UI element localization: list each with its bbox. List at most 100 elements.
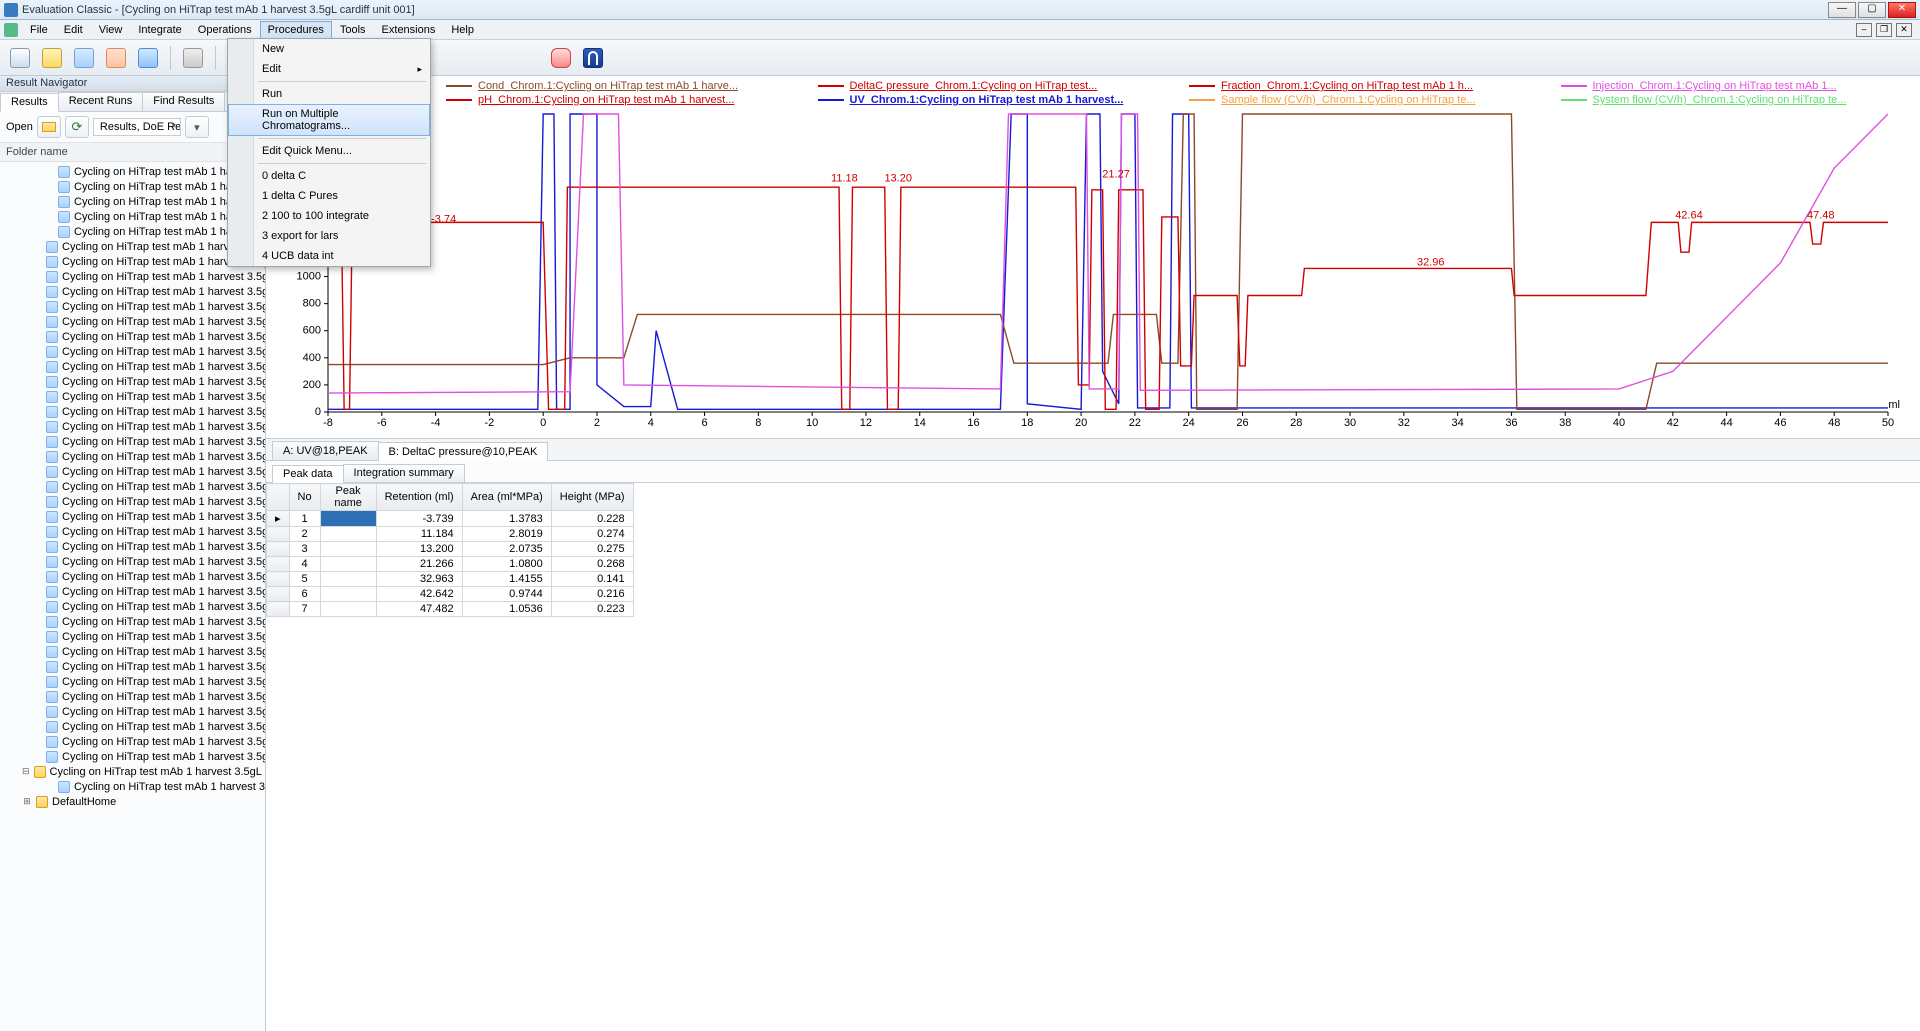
tree-result-item[interactable]: Cycling on HiTrap test mAb 1 harvest 3.5… [4, 314, 265, 329]
tree-result-item[interactable]: Cycling on HiTrap test mAb 1 harvest 3.5… [4, 194, 265, 209]
tree-result-item[interactable]: Cycling on HiTrap test mAb 1 harvest 3.5… [4, 569, 265, 584]
menu-item-run[interactable]: Run [228, 84, 430, 104]
open-folder-button[interactable] [37, 116, 61, 138]
tree-result-item[interactable]: Cycling on HiTrap test mAb 1 harvest 3.5… [4, 479, 265, 494]
tree-result-item[interactable]: Cycling on HiTrap test mAb 1 harvest 3.5… [4, 164, 265, 179]
tree-result-item[interactable]: Cycling on HiTrap test mAb 1 harvest 3.5… [4, 584, 265, 599]
tree-result-item[interactable]: Cycling on HiTrap test mAb 1 harvest 3.5… [4, 659, 265, 674]
menu-edit[interactable]: Edit [56, 21, 91, 39]
tb-print-icon[interactable] [179, 44, 207, 72]
menu-file[interactable]: File [22, 21, 56, 39]
tree-result-item[interactable]: Cycling on HiTrap test mAb 1 harvest 3.5… [4, 554, 265, 569]
menu-item-1-delta-c-pures[interactable]: 1 delta C Pures [228, 186, 430, 206]
tree-result-item[interactable]: Cycling on HiTrap test mAb 1 harvest 3.5… [4, 494, 265, 509]
menu-operations[interactable]: Operations [190, 21, 260, 39]
tree-result-item[interactable]: Cycling on HiTrap test mAb 1 harvest 3.5… [4, 404, 265, 419]
tb-chart-icon[interactable] [70, 44, 98, 72]
row-handle[interactable] [267, 602, 290, 617]
tb-thermometer-icon[interactable] [547, 44, 575, 72]
results-type-dropdown[interactable]: Results, DoE Results [93, 118, 181, 136]
tree-result-item[interactable]: Cycling on HiTrap test mAb 1 harvest 3.5… [4, 689, 265, 704]
legend-label[interactable]: Cond_Chrom.1:Cycling on HiTrap test mAb … [478, 80, 738, 92]
legend-label[interactable]: DeltaC pressure_Chrom.1:Cycling on HiTra… [850, 80, 1098, 92]
legend-entry[interactable]: Sample flow (CV/h)_Chrom.1:Cycling on Hi… [1189, 94, 1537, 106]
refresh-button[interactable]: ⟳ [65, 116, 89, 138]
tree-result-item[interactable]: Cycling on HiTrap test mAb 1 harvest 3.5… [4, 269, 265, 284]
tb-peak-icon[interactable] [579, 44, 607, 72]
peak-col-header[interactable]: Retention (ml) [376, 484, 462, 511]
peak-cell-name[interactable] [320, 542, 376, 557]
tree-result-item[interactable]: Cycling on HiTrap test mAb 1 harvest 3.5… [4, 434, 265, 449]
peak-row[interactable]: 532.9631.41550.141 [267, 572, 634, 587]
tree-result-item[interactable]: Cycling on HiTrap test mAb 1 harvest 3.5… [4, 779, 265, 794]
tree-result-item[interactable]: Cycling on HiTrap test mAb 1 harvest 3.5… [4, 179, 265, 194]
tb-chart-alt-icon[interactable] [102, 44, 130, 72]
menu-item-4-ucb-data-int[interactable]: 4 UCB data int [228, 246, 430, 266]
peak-row[interactable]: 421.2661.08000.268 [267, 557, 634, 572]
tree-result-item[interactable]: Cycling on HiTrap test mAb 1 harvest 3.5… [4, 539, 265, 554]
tree-result-item[interactable]: Cycling on HiTrap test mAb 1 harvest 3.5… [4, 614, 265, 629]
menu-integrate[interactable]: Integrate [130, 21, 189, 39]
legend-entry[interactable]: DeltaC pressure_Chrom.1:Cycling on HiTra… [818, 80, 1166, 92]
peak-row[interactable]: 642.6420.97440.216 [267, 587, 634, 602]
row-handle[interactable] [267, 542, 290, 557]
menu-tools[interactable]: Tools [332, 21, 374, 39]
tb-save-icon[interactable] [134, 44, 162, 72]
menu-procedures[interactable]: Procedures [260, 21, 332, 39]
peak-col-header[interactable]: Peak name [320, 484, 376, 511]
window-close-button[interactable]: ✕ [1888, 2, 1916, 18]
legend-entry[interactable]: pH_Chrom.1:Cycling on HiTrap test mAb 1 … [446, 94, 794, 106]
legend-label[interactable]: pH_Chrom.1:Cycling on HiTrap test mAb 1 … [478, 94, 734, 106]
peak-subtab-peak-data[interactable]: Peak data [272, 465, 344, 483]
legend-label[interactable]: Sample flow (CV/h)_Chrom.1:Cycling on Hi… [1221, 94, 1476, 106]
menu-item-2-100-to-100-integrate[interactable]: 2 100 to 100 integrate [228, 206, 430, 226]
tree-result-item[interactable]: Cycling on HiTrap test mAb 1 harvest 3.5… [4, 359, 265, 374]
tree-result-item[interactable]: Cycling on HiTrap test mAb 1 harvest 3.5… [4, 464, 265, 479]
tree-result-item[interactable]: Cycling on HiTrap test mAb 1 harvest 3.5… [4, 329, 265, 344]
tree-folder[interactable]: ⊟Cycling on HiTrap test mAb 1 harvest 3.… [4, 764, 265, 779]
tree-result-item[interactable]: Cycling on HiTrap test mAb 1 harvest 3.5… [4, 509, 265, 524]
peak-cell-name[interactable] [320, 527, 376, 542]
tree-result-item[interactable]: Cycling on HiTrap test mAb 1 harvest 3.5… [4, 224, 265, 239]
legend-label[interactable]: UV_Chrom.1:Cycling on HiTrap test mAb 1 … [850, 94, 1124, 106]
peak-cell-name[interactable] [320, 557, 376, 572]
tree-result-item[interactable]: Cycling on HiTrap test mAb 1 harvest 3.5… [4, 374, 265, 389]
menu-item-edit[interactable]: Edit▸ [228, 59, 430, 79]
row-handle[interactable] [267, 572, 290, 587]
peak-panel-tab-b-deltac-pressure-10-peak[interactable]: B: DeltaC pressure@10,PEAK [378, 442, 549, 461]
filter-button[interactable]: ▾ [185, 116, 209, 138]
tree-result-item[interactable]: Cycling on HiTrap test mAb 1 harvest 3.5… [4, 299, 265, 314]
legend-entry[interactable]: Cond_Chrom.1:Cycling on HiTrap test mAb … [446, 80, 794, 92]
tree-result-item[interactable]: Cycling on HiTrap test mAb 1 harvest 3.5… [4, 704, 265, 719]
legend-entry[interactable]: Fraction_Chrom.1:Cycling on HiTrap test … [1189, 80, 1537, 92]
tree-folder[interactable]: ⊞DefaultHome [4, 794, 265, 809]
chromatogram-chart[interactable]: 0200400600800100012001400160018002000220… [266, 108, 1920, 438]
collapse-icon[interactable]: ⊟ [22, 766, 30, 777]
menu-item-edit-quick-menu[interactable]: Edit Quick Menu... [228, 141, 430, 161]
peak-col-header[interactable]: Height (MPa) [551, 484, 633, 511]
peak-cell-name[interactable] [320, 587, 376, 602]
result-tree[interactable]: Cycling on HiTrap test mAb 1 harvest 3.5… [0, 162, 265, 1031]
peak-cell-name[interactable] [320, 511, 376, 527]
peak-col-header[interactable]: No [289, 484, 320, 511]
peak-row[interactable]: 747.4821.05360.223 [267, 602, 634, 617]
menu-item-0-delta-c[interactable]: 0 delta C [228, 166, 430, 186]
peak-cell-name[interactable] [320, 602, 376, 617]
window-maximize-button[interactable]: ▢ [1858, 2, 1886, 18]
nav-tab-recent-runs[interactable]: Recent Runs [58, 92, 144, 111]
legend-label[interactable]: Injection_Chrom.1:Cycling on HiTrap test… [1593, 80, 1837, 92]
tb-new-star-icon[interactable] [38, 44, 66, 72]
tree-result-item[interactable]: Cycling on HiTrap test mAb 1 harvest 3.5… [4, 644, 265, 659]
tree-result-item[interactable]: Cycling on HiTrap test mAb 1 harvest 3.5… [4, 209, 265, 224]
tree-result-item[interactable]: Cycling on HiTrap test mAb 1 harvest 3.5… [4, 254, 265, 269]
row-handle[interactable] [267, 587, 290, 602]
peak-subtab-integration-summary[interactable]: Integration summary [343, 464, 465, 482]
menu-item-new[interactable]: New [228, 39, 430, 59]
mdi-restore-button[interactable]: ❐ [1876, 23, 1892, 37]
peak-panel-tab-a-uv-18-peak[interactable]: A: UV@18,PEAK [272, 441, 379, 460]
menu-help[interactable]: Help [443, 21, 482, 39]
tree-result-item[interactable]: Cycling on HiTrap test mAb 1 harvest 3.5… [4, 284, 265, 299]
tree-result-item[interactable]: Cycling on HiTrap test mAb 1 harvest 3.5… [4, 674, 265, 689]
expand-icon[interactable]: ⊞ [22, 796, 32, 807]
legend-label[interactable]: System flow (CV/h)_Chrom.1:Cycling on Hi… [1593, 94, 1847, 106]
